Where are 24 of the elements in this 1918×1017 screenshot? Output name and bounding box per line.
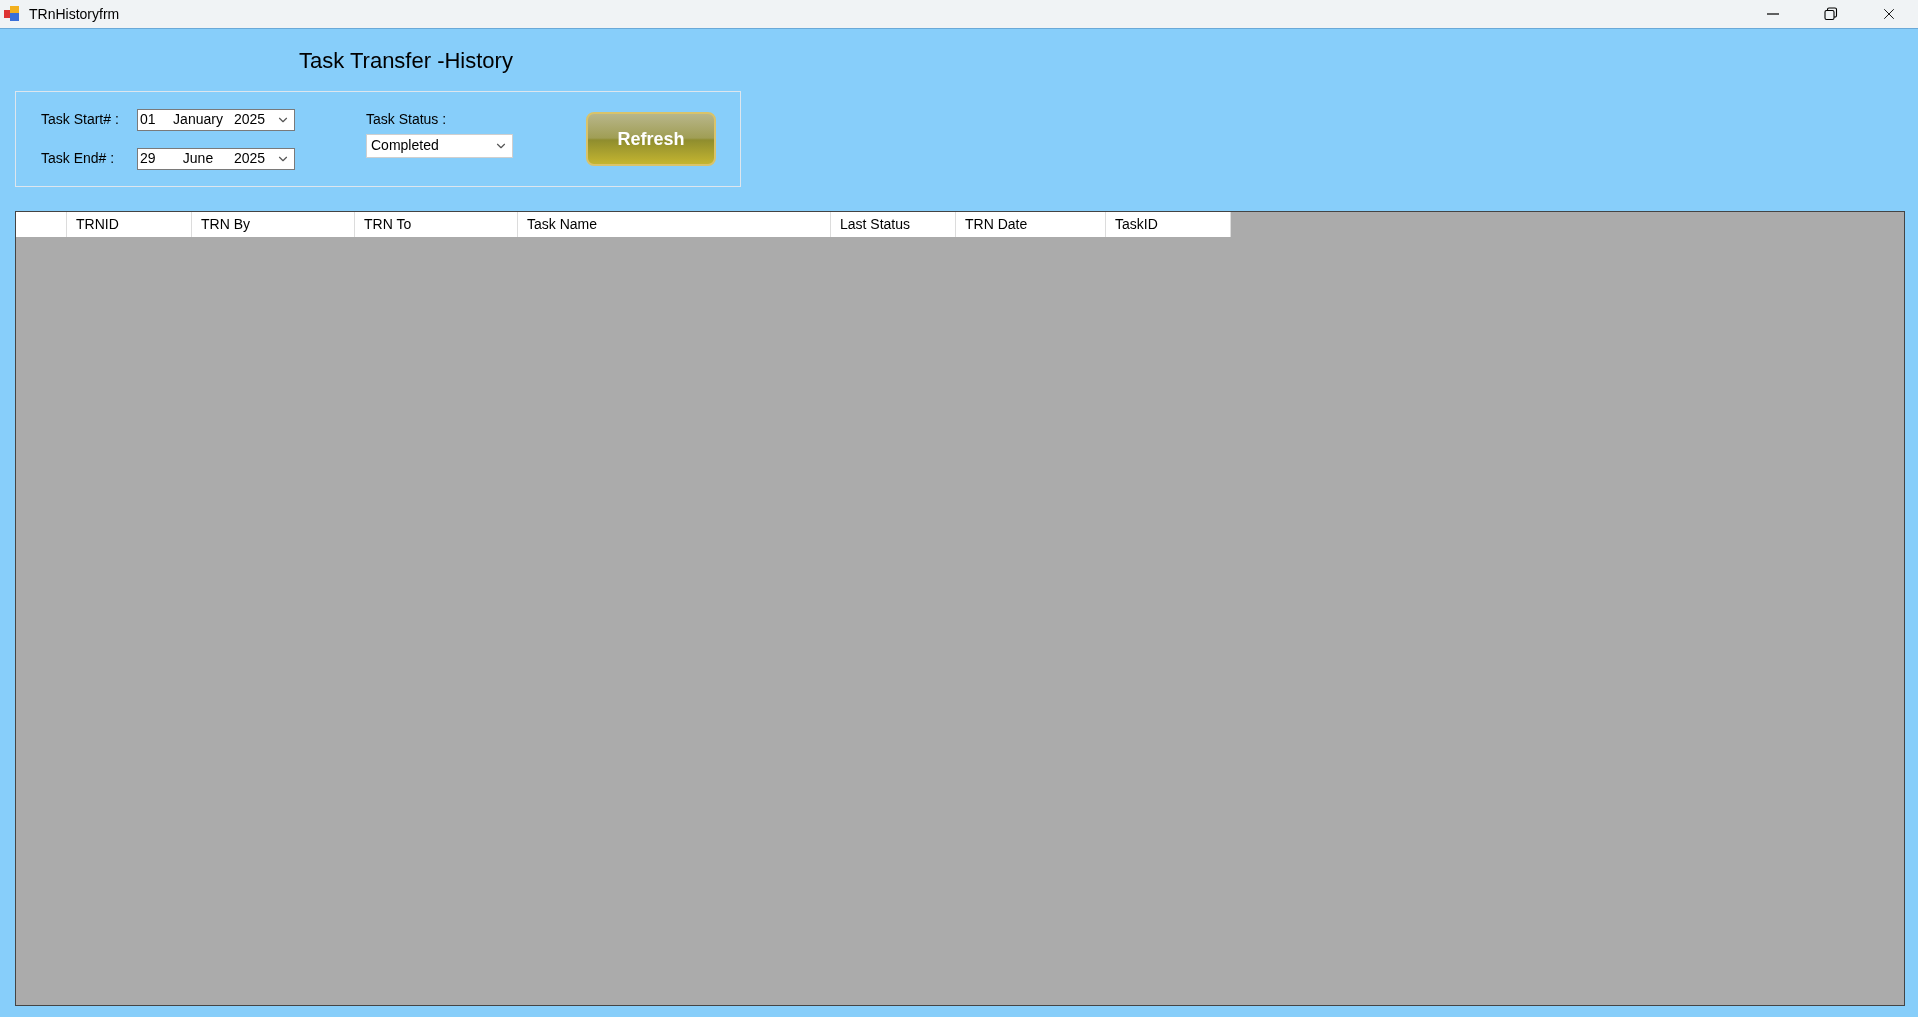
- window-title: TRnHistoryfrm: [29, 4, 120, 24]
- year-text: 2025: [234, 149, 266, 168]
- day-text: 29: [140, 149, 157, 168]
- month-text: June: [181, 149, 215, 168]
- column-header[interactable]: TRNID: [67, 212, 192, 237]
- year-text: 2025: [234, 110, 266, 129]
- column-header[interactable]: TRN Date: [956, 212, 1106, 237]
- column-header[interactable]: TRN To: [355, 212, 518, 237]
- column-header[interactable]: Task Name: [518, 212, 831, 237]
- status-dropdown[interactable]: Completed: [366, 133, 513, 158]
- app-icon: [3, 5, 21, 23]
- month-text: January: [172, 110, 224, 129]
- column-header[interactable]: TaskID: [1106, 212, 1231, 237]
- end-date-picker[interactable]: 29 June 2025: [137, 147, 295, 170]
- form-heading: Task Transfer -History: [299, 46, 513, 75]
- column-header[interactable]: TRN By: [192, 212, 355, 237]
- column-header[interactable]: Last Status: [831, 212, 956, 237]
- status-label: Task Status :: [366, 109, 448, 129]
- end-label: Task End# :: [41, 149, 116, 168]
- restore-icon: [1824, 7, 1838, 21]
- start-label: Task Start# :: [41, 110, 120, 129]
- minimize-icon: [1767, 13, 1779, 15]
- start-date-picker[interactable]: 01 January 2025: [137, 108, 295, 131]
- day-text: 01: [140, 110, 157, 129]
